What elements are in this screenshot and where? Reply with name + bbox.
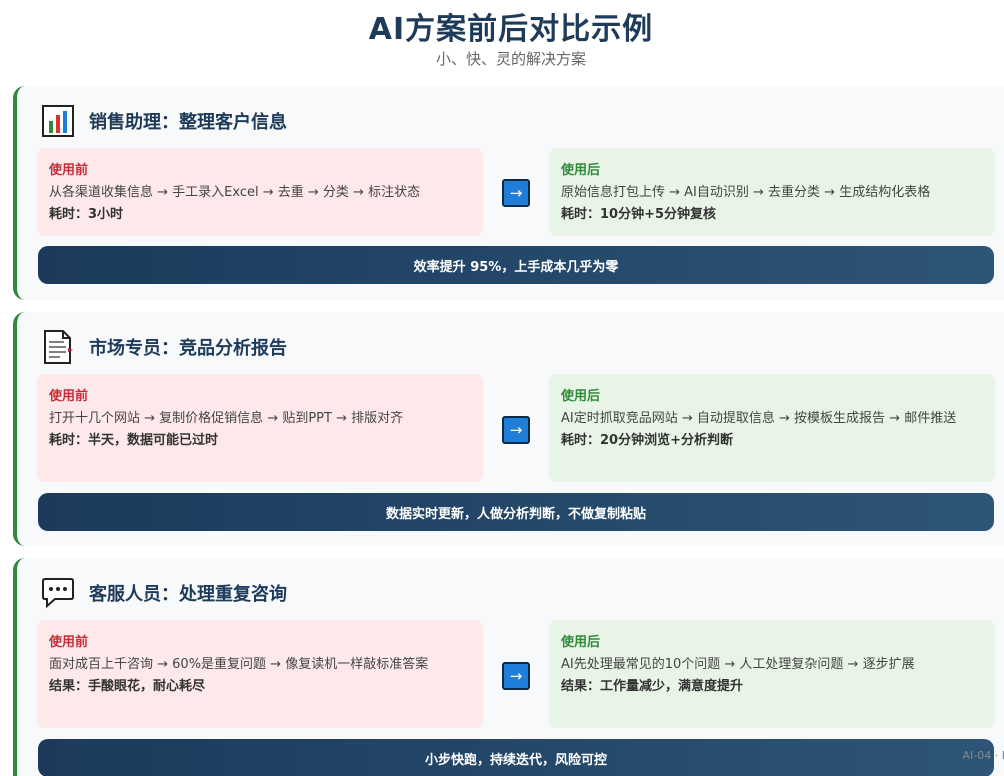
page-title: AI方案前后对比示例 [368,12,654,47]
after-cost: 结果：工作量减少，满意度提升 [561,679,744,694]
after-label: 使用后 [561,389,601,404]
before-label: 使用前 [49,389,89,404]
after-cost: 耗时：20分钟浏览+分析判断 [561,433,733,448]
after-box: 使用后 AI先处理最常见的10个问题 → 人工处理复杂问题 → 逐步扩展 结果：… [549,620,995,728]
after-label: 使用后 [561,163,601,178]
arrow-right-icon: → [502,662,530,690]
after-text: AI定时抓取竞品网站 → 自动提取信息 → 按模板生成报告 → 邮件推送 [561,411,957,426]
before-cost: 耗时：半天，数据可能已过时 [49,433,219,448]
bar-chart-icon [41,104,75,138]
after-box: 使用后 AI定时抓取竞品网站 → 自动提取信息 → 按模板生成报告 → 邮件推送… [549,374,995,482]
before-label: 使用前 [49,635,89,650]
card-title: 客服人员：处理重复咨询 [89,584,287,605]
after-box: 使用后 原始信息打包上传 → AI自动识别 → 去重分类 → 生成结构化表格 耗… [549,148,995,236]
case-card-sales: 销售助理：整理客户信息 使用前 从各渠道收集信息 → 手工录入Excel → 去… [13,86,1004,300]
arrow-right-icon: → [502,416,530,444]
after-text: AI先处理最常见的10个问题 → 人工处理复杂问题 → 逐步扩展 [561,657,915,672]
card-header: 市场专员：竞品分析报告 [41,330,287,364]
before-text: 面对成百上千咨询 → 60%是重复问题 → 像复读机一样敲标准答案 [49,657,429,672]
before-label: 使用前 [49,163,89,178]
page-subtitle: 小、快、灵的解决方案 [435,50,586,68]
case-card-marketing: 市场专员：竞品分析报告 使用前 打开十几个网站 → 复制价格促销信息 → 贴到P… [13,312,1004,546]
card-header: 客服人员：处理重复咨询 [41,576,287,610]
result-banner: 数据实时更新，人做分析判断，不做复制粘贴 [38,493,994,531]
after-label: 使用后 [561,635,601,650]
result-banner: 小步快跑，持续迭代，风险可控 [38,739,994,776]
slide-code: AI-04 · H [962,749,1004,762]
before-box: 使用前 从各渠道收集信息 → 手工录入Excel → 去重 → 分类 → 标注状… [37,148,483,236]
before-box: 使用前 打开十几个网站 → 复制价格促销信息 → 贴到PPT → 排版对齐 耗时… [37,374,483,482]
after-cost: 耗时：10分钟+5分钟复核 [561,207,717,222]
before-text: 打开十几个网站 → 复制价格促销信息 → 贴到PPT → 排版对齐 [49,411,404,426]
before-box: 使用前 面对成百上千咨询 → 60%是重复问题 → 像复读机一样敲标准答案 结果… [37,620,483,728]
case-card-support: 客服人员：处理重复咨询 使用前 面对成百上千咨询 → 60%是重复问题 → 像复… [13,558,1004,776]
arrow-right-icon: → [502,179,530,207]
document-icon [41,330,75,364]
card-header: 销售助理：整理客户信息 [41,104,287,138]
after-text: 原始信息打包上传 → AI自动识别 → 去重分类 → 生成结构化表格 [561,185,931,200]
result-banner: 效率提升 95%，上手成本几乎为零 [38,246,994,284]
before-cost: 耗时：3小时 [49,207,124,222]
chat-bubble-icon [41,576,75,610]
card-title: 市场专员：竞品分析报告 [89,338,287,359]
before-cost: 结果：手酸眼花，耐心耗尽 [49,679,206,694]
card-title: 销售助理：整理客户信息 [89,112,287,133]
before-text: 从各渠道收集信息 → 手工录入Excel → 去重 → 分类 → 标注状态 [49,185,421,200]
